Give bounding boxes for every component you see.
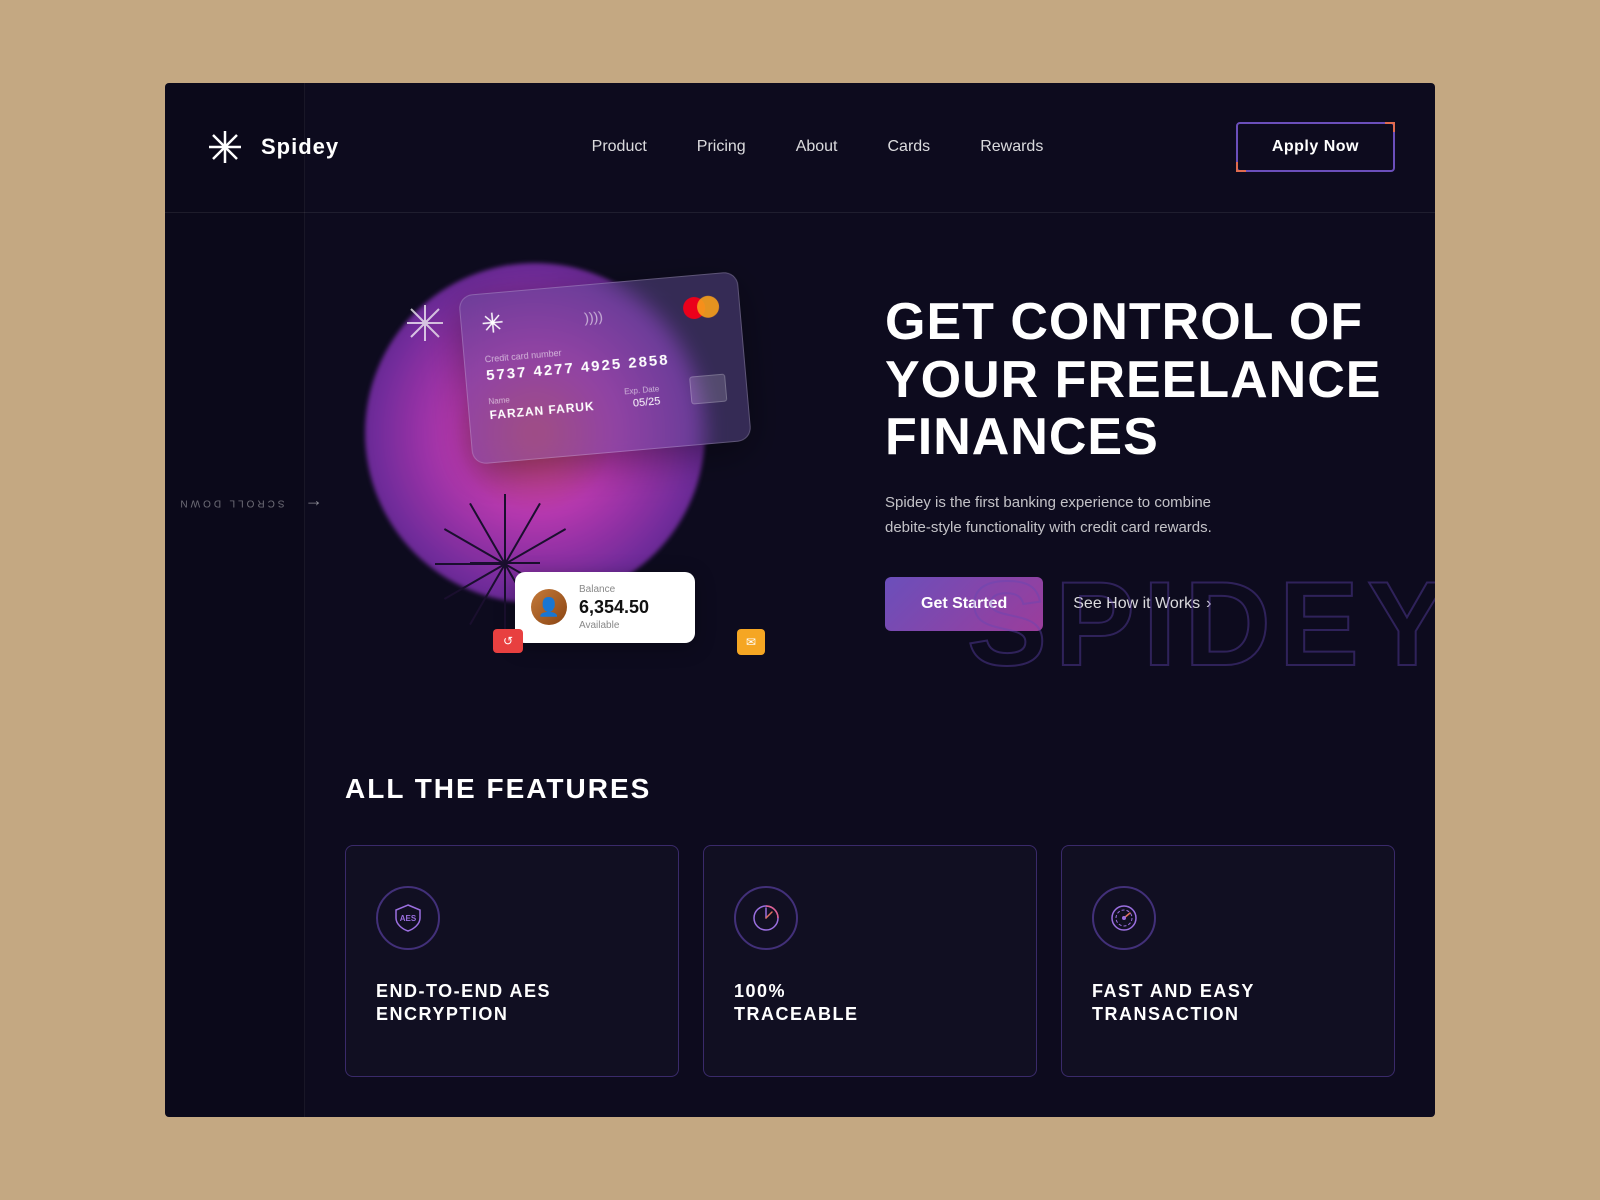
hero-circle-asterisk (405, 303, 445, 352)
hero-subtitle: Spidey is the first banking experience t… (885, 490, 1245, 541)
card-chip (689, 373, 727, 404)
scroll-down-text: SCROLL DOWN (177, 497, 284, 508)
card-logo (481, 310, 505, 340)
card-contactless-icon: )))) (584, 308, 604, 326)
nav-rewards[interactable]: Rewards (980, 138, 1043, 156)
nav-product[interactable]: Product (592, 138, 647, 156)
balance-avatar: 👤 (531, 589, 567, 625)
hero-content: GET CONTROL OF YOUR FREELANCE FINANCES S… (865, 294, 1395, 631)
card-exp-value: 05/25 (625, 395, 661, 410)
balance-available: Available (579, 620, 649, 631)
clock-icon (750, 902, 782, 934)
nav-links: Product Pricing About Cards Rewards (399, 138, 1236, 156)
balance-widget: 👤 Balance 6,354.50 Available (515, 572, 695, 643)
logo-icon (205, 127, 245, 167)
feature-card-encryption: AES END-TO-END AES ENCRYPTION (345, 845, 679, 1078)
main-window: SCROLL DOWN ↓ Spidey Product Pricing Abo… (165, 83, 1435, 1118)
nav-cards[interactable]: Cards (888, 138, 931, 156)
balance-red-icon: ↺ (493, 629, 523, 653)
card-exp-label: Exp. Date (624, 384, 660, 396)
see-how-it-works-link[interactable]: See How it Works › (1073, 595, 1211, 613)
hero-visual: )))) Credit card number 5737 4277 4925 2… (345, 253, 825, 673)
brand-name: Spidey (261, 134, 339, 160)
balance-yellow-icon: ✉ (737, 629, 765, 655)
feature-icon-wrap-transaction (1092, 886, 1156, 950)
feature-card-traceable: 100% TRACEABLE (703, 845, 1037, 1078)
balance-amount: 6,354.50 (579, 597, 649, 618)
shield-icon: AES (392, 902, 424, 934)
card-mastercard-logo (682, 294, 720, 319)
features-grid: AES END-TO-END AES ENCRYPTION 100% TRAC (345, 845, 1395, 1078)
features-title: ALL THE FEATURES (345, 773, 1395, 805)
hero-section: )))) Credit card number 5737 4277 4925 2… (165, 213, 1435, 733)
get-started-button[interactable]: Get Started (885, 577, 1043, 631)
nav-about[interactable]: About (796, 138, 838, 156)
navbar: Spidey Product Pricing About Cards Rewar… (165, 83, 1435, 213)
credit-card: )))) Credit card number 5737 4277 4925 2… (458, 271, 752, 465)
feature-card-transaction: FAST AND EASY TRANSACTION (1061, 845, 1395, 1078)
feature-label-encryption: END-TO-END AES ENCRYPTION (376, 980, 648, 1027)
scroll-down-arrow: ↓ (303, 498, 324, 507)
hero-buttons: Get Started See How it Works › (885, 577, 1395, 631)
balance-label: Balance (579, 584, 649, 595)
nav-pricing[interactable]: Pricing (697, 138, 746, 156)
speedometer-icon (1108, 902, 1140, 934)
features-section: ALL THE FEATURES AES END-TO-END AES ENCR… (165, 733, 1435, 1118)
feature-icon-wrap-encryption: AES (376, 886, 440, 950)
hero-title: GET CONTROL OF YOUR FREELANCE FINANCES (885, 294, 1395, 466)
apply-now-button[interactable]: Apply Now (1236, 122, 1395, 172)
svg-text:AES: AES (400, 914, 417, 923)
feature-label-traceable: 100% TRACEABLE (734, 980, 1006, 1027)
feature-icon-wrap-traceable (734, 886, 798, 950)
feature-label-transaction: FAST AND EASY TRANSACTION (1092, 980, 1364, 1027)
scroll-down-indicator: SCROLL DOWN ↓ (177, 497, 323, 508)
